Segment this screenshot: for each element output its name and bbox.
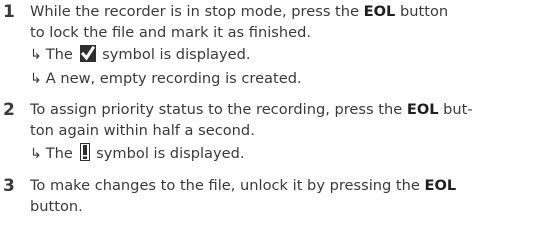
- result-text: symbol is displayed.: [96, 145, 245, 162]
- result-text: A new, empty recording is created.: [45, 70, 302, 87]
- result-text: symbol is displayed.: [102, 46, 251, 63]
- step-text-line: To make changes to the file, unlock it b…: [30, 176, 456, 196]
- finished-check-icon: [79, 45, 96, 68]
- eol-button-label: EOL: [424, 177, 457, 194]
- result-line: ↳ The symbol is displayed.: [30, 143, 245, 167]
- step-number: 1: [3, 2, 15, 22]
- step-text-line: button.: [30, 198, 83, 215]
- step-text: While the recorder is in stop mode, pres…: [30, 3, 364, 20]
- step-text-line: to lock the file and mark it as finished…: [30, 24, 312, 41]
- result-arrow-icon: ↳: [30, 146, 42, 162]
- result-line: ↳ The symbol is displayed.: [30, 45, 251, 68]
- step-number: 2: [3, 100, 15, 120]
- step-text: To assign priority status to the recordi…: [30, 101, 407, 118]
- step-number: 3: [3, 176, 15, 196]
- eol-button-label: EOL: [363, 3, 396, 20]
- step-text: button: [395, 3, 449, 20]
- result-text: The: [45, 145, 73, 162]
- result-arrow-icon: ↳: [30, 71, 42, 87]
- step-text-line: To assign priority status to the recordi…: [30, 100, 473, 120]
- step-text: but-: [438, 101, 473, 118]
- priority-icon: [79, 143, 90, 167]
- eol-button-label: EOL: [406, 101, 439, 118]
- result-text: The: [45, 46, 73, 63]
- result-arrow-icon: ↳: [30, 47, 42, 63]
- step-text-line: ton again within half a second.: [30, 122, 255, 139]
- result-line: ↳ A new, empty recording is created.: [30, 69, 302, 89]
- step-text-line: While the recorder is in stop mode, pres…: [30, 2, 448, 22]
- step-text: To make changes to the file, unlock it b…: [30, 177, 425, 194]
